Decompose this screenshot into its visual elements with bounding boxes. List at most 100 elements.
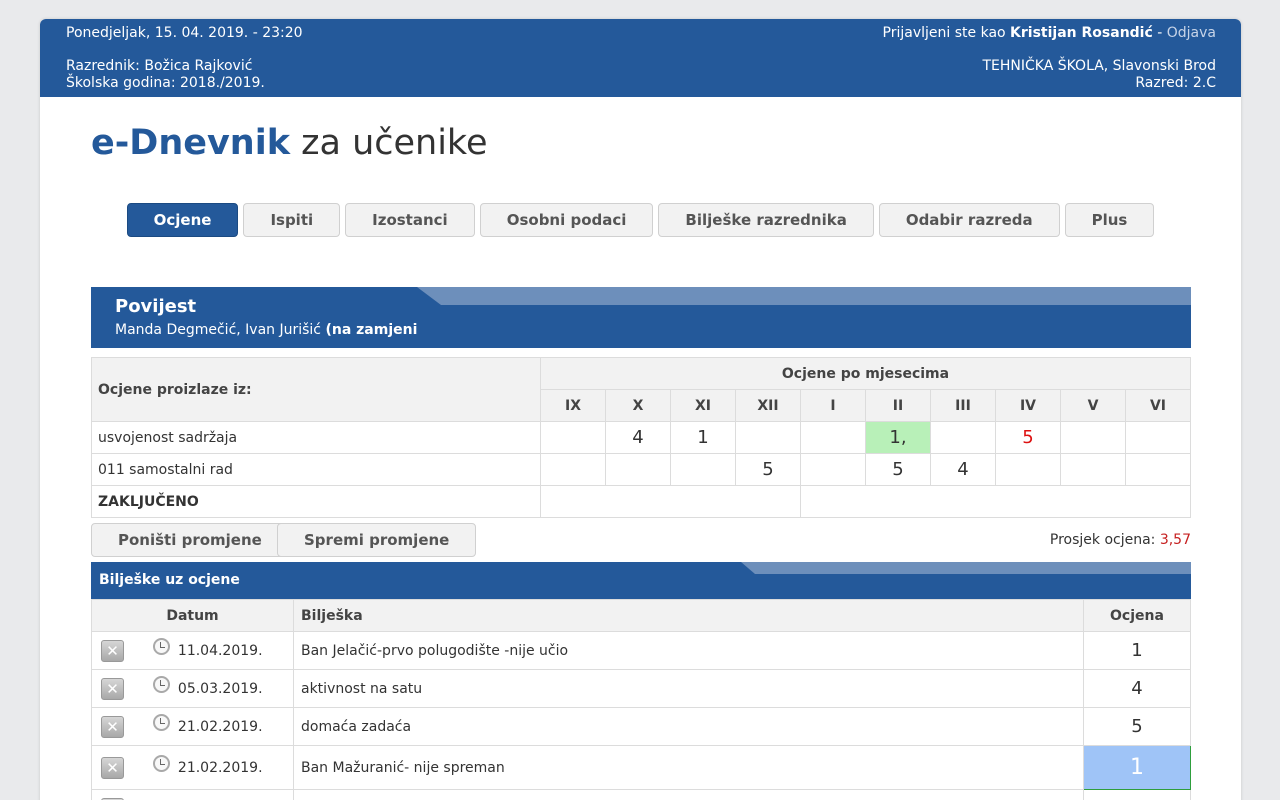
grade-cell[interactable] <box>670 453 736 486</box>
delete-icon[interactable]: ✕ <box>101 677 124 700</box>
grade-cell[interactable] <box>1125 453 1191 486</box>
note-actions: ✕ 05.03.2019. <box>91 669 294 708</box>
average-grade: Prosjek ocjena: 3,57 <box>1050 532 1191 548</box>
grade-cell[interactable] <box>930 421 996 454</box>
month-header: VI <box>1125 389 1191 422</box>
month-header: X <box>605 389 671 422</box>
month-header: II <box>865 389 931 422</box>
grade-cell[interactable]: 5 <box>735 453 801 486</box>
page: Ponedjeljak, 15. 04. 2019. - 23:20 Prija… <box>40 19 1241 800</box>
separator: - <box>1157 25 1163 41</box>
final-label: ZAKLJUČENO <box>91 485 541 518</box>
month-header: III <box>930 389 996 422</box>
grade-cell[interactable]: 4 <box>605 421 671 454</box>
tab-bar: Ocjene Ispiti Izostanci Osobni podaci Bi… <box>40 203 1241 237</box>
grade-row: usvojenost sadržaja 4 1 1, 5 <box>91 421 1191 454</box>
date-time: Ponedjeljak, 15. 04. 2019. - 23:20 <box>66 25 303 41</box>
grade-cell[interactable] <box>540 453 606 486</box>
grade-cell[interactable] <box>605 453 671 486</box>
month-header: XI <box>670 389 736 422</box>
delete-icon[interactable]: ✕ <box>101 756 124 779</box>
save-button[interactable]: Spremi promjene <box>277 523 477 557</box>
school-year: Školska godina: 2018./2019. <box>66 75 265 91</box>
notes-title: Bilješke uz ocjene <box>99 572 240 588</box>
teacher-names: Manda Degmečić, Ivan Jurišić <box>115 322 322 338</box>
grade-cell-highlighted[interactable]: 1, <box>865 421 931 454</box>
clock-icon[interactable] <box>153 676 171 693</box>
school-name: TEHNIČKA ŠKOLA, Slavonski Brod <box>982 58 1216 74</box>
page-title: e-Dnevnik za učenike <box>91 123 488 163</box>
average-label: Prosjek ocjena: <box>1049 532 1156 548</box>
note-row <box>91 789 1191 800</box>
grade-cell[interactable] <box>1125 421 1191 454</box>
note-text[interactable] <box>293 789 1084 800</box>
grade-cell[interactable] <box>735 421 801 454</box>
note-grade[interactable] <box>1083 789 1191 800</box>
notes-stripe <box>741 562 1191 574</box>
month-header: XII <box>735 389 801 422</box>
note-row: ✕ 21.02.2019. Ban Mažuranić- nije sprema… <box>91 745 1191 790</box>
note-actions: ✕ 21.02.2019. <box>91 745 294 790</box>
grade-cell[interactable]: 4 <box>930 453 996 486</box>
tab-ocjene[interactable]: Ocjene <box>126 203 239 237</box>
delete-icon[interactable]: ✕ <box>101 639 124 662</box>
tab-plus[interactable]: Plus <box>1064 203 1155 237</box>
note-row: ✕ 05.03.2019. aktivnost na satu 4 <box>91 669 1191 708</box>
teacher-note: (na zamjeni <box>325 322 418 338</box>
delete-icon[interactable]: ✕ <box>101 715 124 738</box>
note-date: 11.04.2019. <box>177 642 263 659</box>
tab-biljeske-razrednika[interactable]: Bilješke razrednika <box>658 203 874 237</box>
final-grade-empty <box>800 485 1191 518</box>
note-grade-selected[interactable]: 1 <box>1083 745 1191 790</box>
grades-table: Ocjene proizlaze iz: Ocjene po mjesecima… <box>91 357 1191 518</box>
grade-cell[interactable]: 5 <box>865 453 931 486</box>
note-date: 21.02.2019. <box>177 718 263 735</box>
user-info: Prijavljeni ste kao Kristijan Rosandić -… <box>883 25 1216 41</box>
note-row: ✕ 21.02.2019. domaća zadaća 5 <box>91 707 1191 746</box>
note-text[interactable]: Ban Jelačić-prvo polugodište -nije učio <box>293 631 1084 670</box>
grade-row-label: usvojenost sadržaja <box>91 421 541 454</box>
note-row: ✕ 11.04.2019. Ban Jelačić-prvo polugodiš… <box>91 631 1191 670</box>
note-text[interactable]: domaća zadaća <box>293 707 1084 746</box>
reset-button[interactable]: Poništi promjene <box>91 523 289 557</box>
final-grade-row: ZAKLJUČENO <box>91 485 1191 518</box>
grade-cell[interactable] <box>995 453 1061 486</box>
note-grade[interactable]: 5 <box>1083 707 1191 746</box>
clock-icon[interactable] <box>153 755 171 772</box>
tab-izostanci[interactable]: Izostanci <box>345 203 475 237</box>
month-header: V <box>1060 389 1126 422</box>
tab-ispiti[interactable]: Ispiti <box>243 203 341 237</box>
class-info: Razrednik: Božica Rajković Školska godin… <box>66 58 265 92</box>
note-text[interactable]: aktivnost na satu <box>293 669 1084 708</box>
grade-cell-red[interactable]: 5 <box>995 421 1061 454</box>
note-actions: ✕ 11.04.2019. <box>91 631 294 670</box>
tab-osobni-podaci[interactable]: Osobni podaci <box>479 203 654 237</box>
final-grade-cell[interactable] <box>540 485 801 518</box>
grade-cell[interactable]: 1 <box>670 421 736 454</box>
clock-icon[interactable] <box>153 638 171 655</box>
note-grade[interactable]: 4 <box>1083 669 1191 708</box>
note-text[interactable]: Ban Mažuranić- nije spreman <box>293 745 1084 790</box>
note-column-header: Bilješka <box>293 599 1084 632</box>
grade-cell[interactable] <box>540 421 606 454</box>
grade-cell[interactable] <box>800 453 866 486</box>
note-grade[interactable]: 1 <box>1083 631 1191 670</box>
note-actions: ✕ 21.02.2019. <box>91 707 294 746</box>
month-header: IX <box>540 389 606 422</box>
grade-cell[interactable] <box>1060 421 1126 454</box>
logout-link[interactable]: Odjava <box>1167 25 1216 41</box>
logged-in-prefix: Prijavljeni ste kao <box>882 25 1006 41</box>
grade-row-label: 011 samostalni rad <box>91 453 541 486</box>
brand-title: e-Dnevnik <box>91 123 290 163</box>
class-teacher: Razrednik: Božica Rajković <box>66 58 253 74</box>
clock-icon[interactable] <box>153 714 171 731</box>
date-column-header: Datum <box>91 599 294 632</box>
note-date: 05.03.2019. <box>177 680 263 697</box>
average-value: 3,57 <box>1159 532 1191 548</box>
header-stripe <box>417 287 1191 305</box>
title-rest: za učenike <box>301 123 488 163</box>
tab-odabir-razreda[interactable]: Odabir razreda <box>878 203 1060 237</box>
grade-cell[interactable] <box>800 421 866 454</box>
grade-cell[interactable] <box>1060 453 1126 486</box>
subject-name: Povijest <box>115 296 197 317</box>
